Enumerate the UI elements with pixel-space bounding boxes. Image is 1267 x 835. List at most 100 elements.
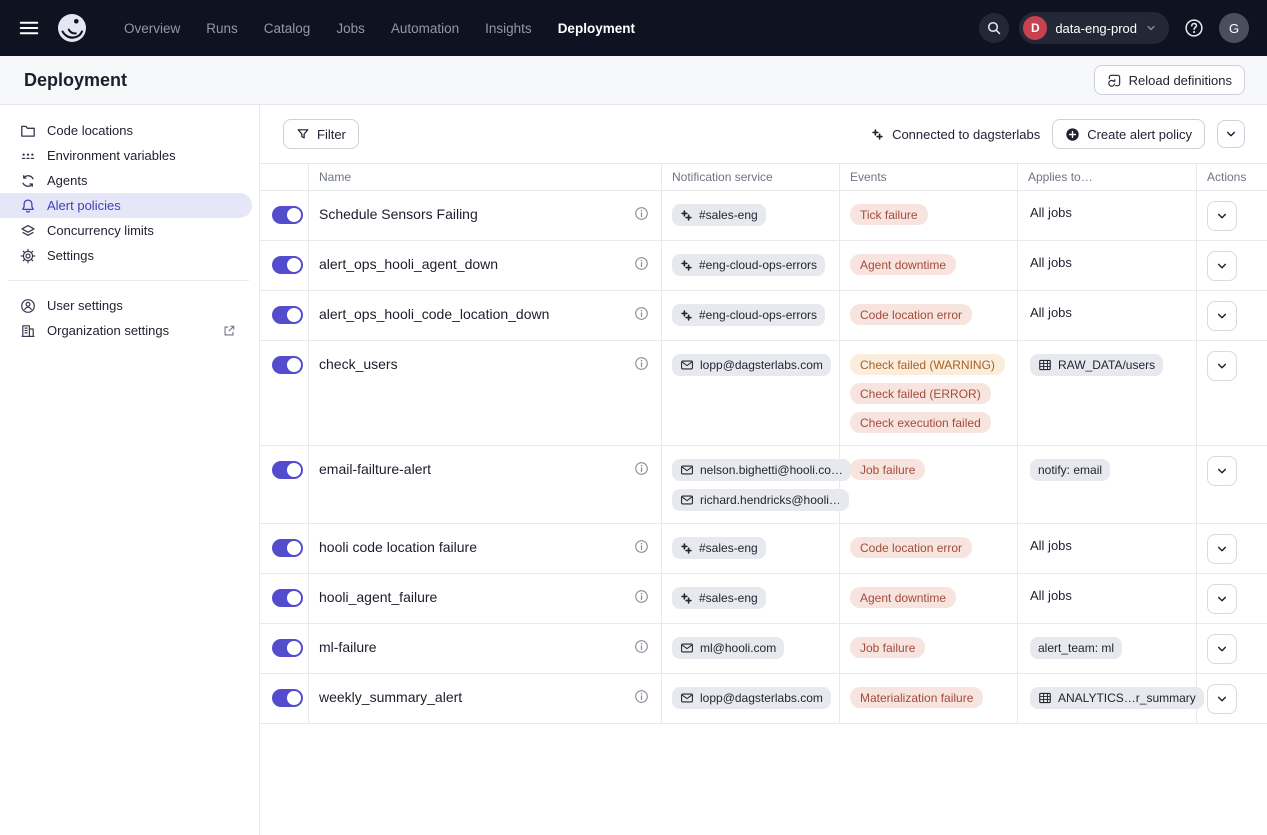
row-actions-button[interactable] bbox=[1207, 584, 1237, 614]
sidebar-item-concurrency-limits[interactable]: Concurrency limits bbox=[0, 218, 259, 243]
sidebar-item-code-locations[interactable]: Code locations bbox=[0, 118, 259, 143]
info-icon[interactable] bbox=[634, 206, 649, 221]
event-badge: Job failure bbox=[850, 459, 925, 480]
toggle-cell bbox=[260, 624, 308, 673]
chevron-down-icon bbox=[1215, 542, 1229, 556]
row-enabled-toggle[interactable] bbox=[272, 306, 303, 324]
org-switcher[interactable]: D data-eng-prod bbox=[1019, 12, 1169, 44]
actions-cell bbox=[1196, 674, 1267, 723]
sidebar-item-settings[interactable]: Settings bbox=[0, 243, 259, 268]
row-enabled-toggle[interactable] bbox=[272, 206, 303, 224]
toggle-cell bbox=[260, 291, 308, 340]
info-icon[interactable] bbox=[634, 589, 649, 604]
info-icon[interactable] bbox=[634, 256, 649, 271]
row-enabled-toggle[interactable] bbox=[272, 539, 303, 557]
bell-icon bbox=[20, 198, 36, 214]
filter-button[interactable]: Filter bbox=[283, 119, 359, 149]
notification-label: #eng-cloud-ops-errors bbox=[699, 258, 817, 272]
notification-service-cell: lopp@dagsterlabs.com bbox=[661, 674, 839, 723]
help-button[interactable] bbox=[1179, 13, 1209, 43]
info-icon[interactable] bbox=[634, 356, 649, 371]
row-enabled-toggle[interactable] bbox=[272, 461, 303, 479]
sidebar-item-agents[interactable]: Agents bbox=[0, 168, 259, 193]
env-icon bbox=[20, 148, 36, 164]
row-enabled-toggle[interactable] bbox=[272, 356, 303, 374]
alert-policy-name: Schedule Sensors Failing bbox=[319, 206, 478, 222]
nav-item-insights[interactable]: Insights bbox=[485, 21, 532, 36]
row-actions-button[interactable] bbox=[1207, 634, 1237, 664]
toggle-cell bbox=[260, 446, 308, 523]
chevron-down-icon bbox=[1215, 642, 1229, 656]
nav-item-catalog[interactable]: Catalog bbox=[264, 21, 311, 36]
row-actions-button[interactable] bbox=[1207, 534, 1237, 564]
table-icon bbox=[1038, 358, 1052, 372]
more-options-button[interactable] bbox=[1217, 120, 1245, 148]
search-button[interactable] bbox=[979, 13, 1009, 43]
sidebar-item-user-settings[interactable]: User settings bbox=[0, 293, 259, 318]
applies-to-value: All jobs bbox=[1030, 588, 1072, 603]
hamburger-menu-icon[interactable] bbox=[16, 15, 42, 41]
applies-to-value: All jobs bbox=[1030, 205, 1072, 220]
nav-item-runs[interactable]: Runs bbox=[206, 21, 238, 36]
row-enabled-toggle[interactable] bbox=[272, 689, 303, 707]
name-cell: ml-failure bbox=[308, 624, 661, 673]
toggle-cell bbox=[260, 241, 308, 290]
sidebar-item-label: Agents bbox=[47, 173, 87, 188]
table-row: hooli code location failure#sales-engCod… bbox=[260, 524, 1267, 574]
info-icon[interactable] bbox=[634, 461, 649, 476]
name-cell: Schedule Sensors Failing bbox=[308, 191, 661, 240]
question-icon bbox=[1184, 18, 1204, 38]
nav-item-jobs[interactable]: Jobs bbox=[336, 21, 365, 36]
sidebar-item-label: Concurrency limits bbox=[47, 223, 154, 238]
sidebar-item-organization-settings[interactable]: Organization settings bbox=[0, 318, 259, 343]
toggle-cell bbox=[260, 674, 308, 723]
alert-policy-name: weekly_summary_alert bbox=[319, 689, 462, 705]
org-avatar: D bbox=[1023, 16, 1047, 40]
info-icon[interactable] bbox=[634, 306, 649, 321]
row-actions-button[interactable] bbox=[1207, 351, 1237, 381]
dagster-logo[interactable] bbox=[56, 12, 88, 44]
nav-item-overview[interactable]: Overview bbox=[124, 21, 180, 36]
row-actions-button[interactable] bbox=[1207, 201, 1237, 231]
email-icon bbox=[680, 463, 694, 477]
sidebar-item-alert-policies[interactable]: Alert policies bbox=[0, 193, 252, 218]
applies-to-chip: ANALYTICS…r_summary bbox=[1030, 687, 1204, 709]
info-icon[interactable] bbox=[634, 539, 649, 554]
toggle-knob bbox=[287, 208, 301, 222]
info-icon[interactable] bbox=[634, 639, 649, 654]
notification-chip: ml@hooli.com bbox=[672, 637, 784, 659]
top-nav: Overview Runs Catalog Jobs Automation Insight… bbox=[0, 0, 1267, 56]
create-alert-policy-button[interactable]: Create alert policy bbox=[1052, 119, 1205, 149]
reload-definitions-button[interactable]: Reload definitions bbox=[1094, 65, 1245, 95]
row-enabled-toggle[interactable] bbox=[272, 256, 303, 274]
actions-cell bbox=[1196, 341, 1267, 445]
user-avatar[interactable]: G bbox=[1219, 13, 1249, 43]
row-enabled-toggle[interactable] bbox=[272, 639, 303, 657]
row-actions-button[interactable] bbox=[1207, 684, 1237, 714]
sidebar-item-environment-variables[interactable]: Environment variables bbox=[0, 143, 259, 168]
nav-item-deployment[interactable]: Deployment bbox=[558, 21, 635, 36]
nav-item-automation[interactable]: Automation bbox=[391, 21, 459, 36]
toggle-knob bbox=[287, 463, 301, 477]
row-actions-button[interactable] bbox=[1207, 301, 1237, 331]
row-actions-button[interactable] bbox=[1207, 251, 1237, 281]
row-actions-button[interactable] bbox=[1207, 456, 1237, 486]
email-icon bbox=[680, 691, 694, 705]
notification-chip: #eng-cloud-ops-errors bbox=[672, 254, 825, 276]
events-cell: Job failure bbox=[839, 446, 1017, 523]
alert-policy-name: alert_ops_hooli_code_location_down bbox=[319, 306, 549, 322]
page-title: Deployment bbox=[24, 70, 127, 91]
sidebar-item-label: Code locations bbox=[47, 123, 133, 138]
chevron-down-icon bbox=[1215, 592, 1229, 606]
events-cell: Tick failure bbox=[839, 191, 1017, 240]
info-icon[interactable] bbox=[634, 689, 649, 704]
name-cell: hooli_agent_failure bbox=[308, 574, 661, 623]
agents-icon bbox=[20, 173, 36, 189]
user-icon bbox=[20, 298, 36, 314]
events-cell: Materialization failure bbox=[839, 674, 1017, 723]
row-enabled-toggle[interactable] bbox=[272, 589, 303, 607]
actions-cell bbox=[1196, 524, 1267, 573]
column-header: Name bbox=[308, 164, 661, 190]
column-header: Applies to… bbox=[1017, 164, 1196, 190]
actions-cell bbox=[1196, 624, 1267, 673]
